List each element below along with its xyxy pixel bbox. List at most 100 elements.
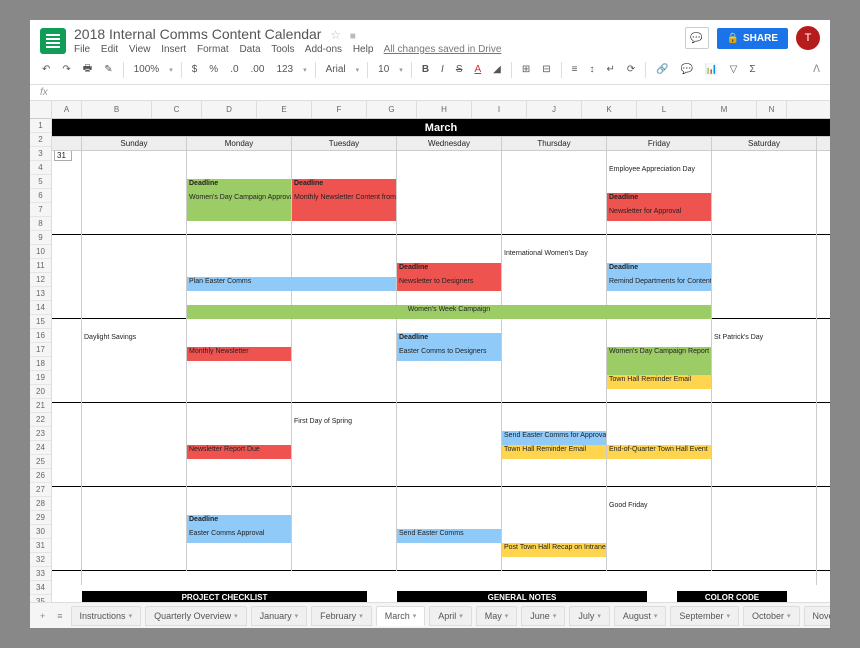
doc-title[interactable]: 2018 Internal Comms Content Calendar <box>74 26 321 42</box>
event-newsletter-approval: Newsletter for Approval <box>607 207 712 221</box>
menu-bar: File Edit View Insert Format Data Tools … <box>74 44 685 55</box>
event-daylight: Daylight Savings <box>82 333 187 347</box>
header: 2018 Internal Comms Content Calendar ☆ ■… <box>30 20 830 55</box>
paint-icon[interactable]: ✎ <box>102 62 114 77</box>
print-icon[interactable]: 🖶 <box>81 59 94 80</box>
menu-addons[interactable]: Add-ons <box>305 44 342 55</box>
folder-icon[interactable]: ■ <box>350 31 356 42</box>
percent-button[interactable]: % <box>207 62 220 77</box>
event-stpatrick: St Patrick's Day <box>712 333 817 347</box>
comment-icon[interactable]: 💬 <box>679 62 695 77</box>
event-spring: First Day of Spring <box>292 417 397 431</box>
event-good-friday: Good Friday <box>607 501 712 515</box>
tab-march[interactable]: March▾ <box>376 606 426 626</box>
event-news-report: Newsletter Report Due <box>187 445 292 459</box>
event-newsletter-dept-cont <box>292 207 397 221</box>
dec-increase[interactable]: .00 <box>249 62 267 77</box>
size-select[interactable]: 10 <box>376 62 391 77</box>
menu-file[interactable]: File <box>74 44 90 55</box>
menu-help[interactable]: Help <box>353 44 374 55</box>
link-icon[interactable]: 🔗 <box>654 62 670 77</box>
general-notes[interactable]: GENERAL NOTES <box>397 591 647 602</box>
event-send-easter: Send Easter Comms <box>397 529 502 543</box>
tab-june[interactable]: June▾ <box>521 606 565 626</box>
menu-data[interactable]: Data <box>239 44 260 55</box>
add-sheet-button[interactable]: + <box>36 611 49 621</box>
italic-button[interactable]: I <box>439 62 446 77</box>
borders-icon[interactable]: ⊞ <box>520 62 532 77</box>
avatar[interactable]: T <box>796 26 820 50</box>
rotate-icon[interactable]: ⟳ <box>625 62 637 77</box>
formula-bar[interactable]: fx <box>30 85 830 101</box>
undo-icon[interactable]: ↶ <box>40 62 52 77</box>
event-monthly-newsletter: Monthly Newsletter <box>187 347 292 361</box>
event-deadline: Deadline <box>607 263 712 277</box>
dec-decrease[interactable]: .0 <box>228 62 240 77</box>
sheets-logo-icon <box>40 28 66 54</box>
event-deadline: Deadline <box>397 333 502 347</box>
font-select[interactable]: Arial <box>324 62 348 77</box>
event-wdc-report: Women's Day Campaign Report Due <box>607 347 712 361</box>
menu-view[interactable]: View <box>129 44 151 55</box>
event-eoq-townhall: End-of-Quarter Town Hall Event <box>607 445 712 459</box>
menu-insert[interactable]: Insert <box>161 44 186 55</box>
valign-icon[interactable]: ↕ <box>588 62 597 77</box>
toolbar-more-icon[interactable]: ᐱ <box>813 64 820 75</box>
chart-icon[interactable]: 📊 <box>703 62 719 77</box>
event-employee-appreciation: Employee Appreciation Day <box>607 165 712 179</box>
menu-tools[interactable]: Tools <box>271 44 294 55</box>
event-deadline: Deadline <box>607 193 712 207</box>
event-womens-week: Women's Week Campaign <box>187 305 712 319</box>
day-headers: SundayMondayTuesdayWednesdayThursdayFrid… <box>52 137 830 151</box>
star-icon[interactable]: ☆ <box>330 28 341 42</box>
tab-september[interactable]: September▾ <box>670 606 739 626</box>
column-headers[interactable]: ABCDEFGHIJKLMN <box>52 101 830 119</box>
menu-format[interactable]: Format <box>197 44 229 55</box>
event-easter-approval: Easter Comms Approval <box>187 529 292 543</box>
event-plan-easter: Plan Easter Comms <box>187 277 292 291</box>
row-headers[interactable]: for(let i=1;i<=38;i++)document.write('<d… <box>30 101 52 602</box>
tab-quarterly[interactable]: Quarterly Overview▾ <box>145 606 247 626</box>
project-checklist[interactable]: PROJECT CHECKLIST DEADLINEPROJECTOWNERST… <box>82 591 367 602</box>
text-color-button[interactable]: A <box>473 62 484 77</box>
event-send-easter-approval: Send Easter Comms for Approval <box>502 431 607 445</box>
sheet-tabs: + ≡ Instructions▾ Quarterly Overview▾ Ja… <box>30 602 830 628</box>
save-status[interactable]: All changes saved in Drive <box>384 44 502 55</box>
functions-icon[interactable]: Σ <box>747 62 757 77</box>
tab-october[interactable]: October▾ <box>743 606 800 626</box>
fill-color-icon[interactable]: ◢ <box>491 62 503 77</box>
all-sheets-button[interactable]: ≡ <box>53 611 66 621</box>
tab-may[interactable]: May▾ <box>476 606 518 626</box>
zoom-select[interactable]: 100% <box>132 62 162 77</box>
strike-button[interactable]: S <box>454 62 465 77</box>
merge-icon[interactable]: ⊟ <box>540 62 552 77</box>
event-deadline: Deadline <box>292 179 397 193</box>
event-deadline: Deadline <box>187 515 292 529</box>
tab-july[interactable]: July▾ <box>569 606 610 626</box>
tab-november[interactable]: November▾ <box>804 606 831 626</box>
tab-january[interactable]: January▾ <box>251 606 308 626</box>
event-easter-designers: Easter Comms to Designers <box>397 347 502 361</box>
format-button[interactable]: 123 <box>274 62 295 77</box>
color-code[interactable]: COLOR CODE TeamColor <box>677 591 787 602</box>
lock-icon: 🔒 <box>727 33 739 44</box>
tab-august[interactable]: August▾ <box>614 606 667 626</box>
wrap-icon[interactable]: ↵ <box>605 62 617 77</box>
tab-february[interactable]: February▾ <box>311 606 372 626</box>
month-title: March <box>52 119 830 137</box>
currency-button[interactable]: $ <box>190 62 200 77</box>
event-remind-dept: Remind Departments for Content <box>607 277 712 291</box>
event-wdc-approval: Women's Day Campaign Approval <box>187 193 292 207</box>
calendar-grid[interactable]: 123 Employee Appreciation Day DeadlineDe… <box>52 151 830 602</box>
halign-icon[interactable]: ≡ <box>570 62 580 77</box>
bold-button[interactable]: B <box>420 62 431 77</box>
menu-edit[interactable]: Edit <box>101 44 118 55</box>
comments-button[interactable]: 💬 <box>685 27 709 49</box>
filter-icon[interactable]: ▽ <box>728 62 740 77</box>
tab-instructions[interactable]: Instructions▾ <box>71 606 142 626</box>
redo-icon[interactable]: ↷ <box>60 62 72 77</box>
share-button[interactable]: 🔒SHARE <box>717 28 788 49</box>
event-deadline: Deadline <box>187 179 292 193</box>
event-newsletter-dept: Monthly Newsletter Content from Departme… <box>292 193 397 207</box>
tab-april[interactable]: April▾ <box>429 606 472 626</box>
